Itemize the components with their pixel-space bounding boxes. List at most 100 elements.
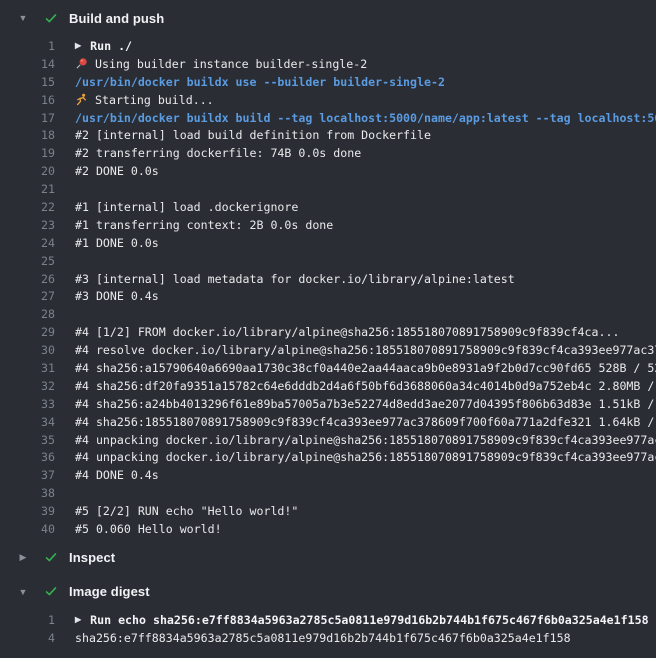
line-number[interactable]: 29: [0, 325, 55, 339]
log-line: 26 #3 [internal] load metadata for docker…: [0, 270, 656, 288]
line-number[interactable]: 35: [0, 433, 55, 447]
log-text-content: #3 [internal] load metadata for docker.i…: [75, 272, 515, 286]
log-line: 15/usr/bin/docker buildx use --builder b…: [0, 73, 656, 91]
line-number[interactable]: 14: [0, 57, 55, 71]
log-line: 16 Starting build...: [0, 91, 656, 109]
log-line: 36 #4 unpacking docker.io/library/alpine@…: [0, 448, 656, 466]
log-text-content: #5 0.060 Hello world!: [75, 522, 222, 536]
log-line: 25: [0, 252, 656, 270]
log-line: 31 #4 sha256:a15790640a6690aa1730c38cf0a4…: [0, 359, 656, 377]
log-text-content: /usr/bin/docker buildx build --tag local…: [75, 111, 656, 125]
line-number[interactable]: 17: [0, 111, 55, 125]
log-text-content: Run echo sha256:e7ff8834a5963a2785c5a081…: [90, 613, 648, 627]
line-number[interactable]: 36: [0, 450, 55, 464]
log-text-content: #5 [2/2] RUN echo "Hello world!": [75, 504, 298, 518]
actions-log-viewer: ▼Build and push1▶Run ./14Using builder i…: [0, 0, 656, 655]
log-text-content: Starting build...: [95, 93, 214, 107]
line-number[interactable]: 39: [0, 504, 55, 518]
expand-command-icon[interactable]: ▶: [75, 615, 81, 624]
log-text: #4 unpacking docker.io/library/alpine@sh…: [75, 450, 656, 464]
line-number[interactable]: 28: [0, 307, 55, 321]
log-text: #4 DONE 0.4s: [75, 468, 159, 482]
log-line: 21: [0, 180, 656, 198]
section-header-inspect[interactable]: ▶Inspect: [0, 546, 656, 570]
log-line: 27 #3 DONE 0.4s: [0, 287, 656, 305]
log-text-content: #4 sha256:a15790640a6690aa1730c38cf0a440…: [75, 361, 656, 375]
line-number[interactable]: 1: [0, 39, 55, 53]
line-number[interactable]: 33: [0, 397, 55, 411]
log-text-content: #4 [1/2] FROM docker.io/library/alpine@s…: [75, 325, 619, 339]
line-number[interactable]: 27: [0, 289, 55, 303]
line-number[interactable]: 34: [0, 415, 55, 429]
log-text: Using builder instance builder-single-2: [75, 57, 367, 71]
log-text-content: #3 DONE 0.4s: [75, 289, 159, 303]
section-header-image-digest[interactable]: ▼ Image digest: [0, 580, 656, 604]
line-number[interactable]: 40: [0, 522, 55, 536]
check-icon: [44, 12, 58, 25]
line-number[interactable]: 25: [0, 254, 55, 268]
log-text-content: #4 sha256:185518070891758909c9f839cf4ca3…: [75, 415, 656, 429]
log-text-content: /usr/bin/docker buildx use --builder bui…: [75, 75, 445, 89]
log-line: 29 #4 [1/2] FROM docker.io/library/alpine…: [0, 323, 656, 341]
expand-command-icon[interactable]: ▶: [75, 41, 81, 50]
line-number[interactable]: 26: [0, 272, 55, 286]
log-line: 28: [0, 305, 656, 323]
runner-icon: [75, 93, 88, 106]
log-line: 24#1 DONE 0.0s: [0, 234, 656, 252]
log-line: 37 #4 DONE 0.4s: [0, 466, 656, 484]
log-line: 22 #1 [internal] load .dockerignore: [0, 198, 656, 216]
log-text: #3 [internal] load metadata for docker.i…: [75, 272, 515, 286]
log-line: 34 #4 sha256:185518070891758909c9f839cf4c…: [0, 413, 656, 431]
chevron-down-icon[interactable]: ▼: [17, 587, 29, 597]
log-text: ▶Run ./: [75, 39, 132, 53]
log-line: 18#2 [internal] load build definition fr…: [0, 126, 656, 144]
log-text: sha256:e7ff8834a5963a2785c5a0811e979d16b…: [75, 631, 571, 645]
log-line: 40 #5 0.060 Hello world!: [0, 520, 656, 538]
log-text-content: #2 DONE 0.0s: [75, 164, 159, 178]
log-text: #1 [internal] load .dockerignore: [75, 200, 298, 214]
line-number[interactable]: 16: [0, 93, 55, 107]
log-text-content: #4 unpacking docker.io/library/alpine@sh…: [75, 433, 656, 447]
log-line: 4 sha256:e7ff8834a5963a2785c5a0811e979d16…: [0, 629, 656, 647]
log-text: #1 transferring context: 2B 0.0s done: [75, 218, 333, 232]
chevron-right-icon[interactable]: ▶: [17, 552, 29, 563]
log-line: 32 #4 sha256:df20fa9351a15782c64e6dddb2d4…: [0, 377, 656, 395]
line-number[interactable]: 4: [0, 631, 55, 645]
log-text: #4 sha256:df20fa9351a15782c64e6dddb2d4a6…: [75, 379, 656, 393]
line-number[interactable]: 31: [0, 361, 55, 375]
line-number[interactable]: 30: [0, 343, 55, 357]
log-lines-build-and-push: 1 ▶Run ./ 14 Using builder instance builder…: [0, 37, 656, 538]
line-number[interactable]: 1: [0, 613, 55, 627]
log-text: #5 0.060 Hello world!: [75, 522, 222, 536]
log-line: 33#4 sha256:a24bb4013296f61e89ba57005a7b…: [0, 395, 656, 413]
line-number[interactable]: 21: [0, 182, 55, 196]
chevron-down-icon[interactable]: ▼: [17, 13, 29, 23]
log-line: 35 #4 unpacking docker.io/library/alpine@…: [0, 431, 656, 449]
line-number[interactable]: 15: [0, 75, 55, 89]
log-text: #4 [1/2] FROM docker.io/library/alpine@s…: [75, 325, 619, 339]
section-title: Image digest: [69, 584, 150, 599]
line-number[interactable]: 19: [0, 146, 55, 160]
log-text: #4 unpacking docker.io/library/alpine@sh…: [75, 433, 656, 447]
line-number[interactable]: 37: [0, 468, 55, 482]
log-text: /usr/bin/docker buildx build --tag local…: [75, 111, 656, 125]
line-number[interactable]: 24: [0, 236, 55, 250]
line-number[interactable]: 38: [0, 486, 55, 500]
line-number[interactable]: 23: [0, 218, 55, 232]
check-icon: [44, 585, 58, 598]
log-text: #2 transferring dockerfile: 74B 0.0s don…: [75, 146, 361, 160]
line-number[interactable]: 32: [0, 379, 55, 393]
log-text-content: #1 [internal] load .dockerignore: [75, 200, 298, 214]
log-line: 14 Using builder instance builder-single-…: [0, 55, 656, 73]
log-text-content: Using builder instance builder-single-2: [95, 57, 367, 71]
log-text: /usr/bin/docker buildx use --builder bui…: [75, 75, 445, 89]
log-text: #4 sha256:185518070891758909c9f839cf4ca3…: [75, 415, 656, 429]
log-line: 1 ▶Run ./: [0, 37, 656, 55]
log-text: #4 sha256:a15790640a6690aa1730c38cf0a440…: [75, 361, 656, 375]
line-number[interactable]: 20: [0, 164, 55, 178]
log-text-content: #4 DONE 0.4s: [75, 468, 159, 482]
line-number[interactable]: 22: [0, 200, 55, 214]
log-text: ▶ Run echo sha256:e7ff8834a5963a2785c5a08…: [75, 613, 649, 627]
section-header-build-and-push[interactable]: ▼Build and push: [0, 6, 656, 30]
line-number[interactable]: 18: [0, 128, 55, 142]
